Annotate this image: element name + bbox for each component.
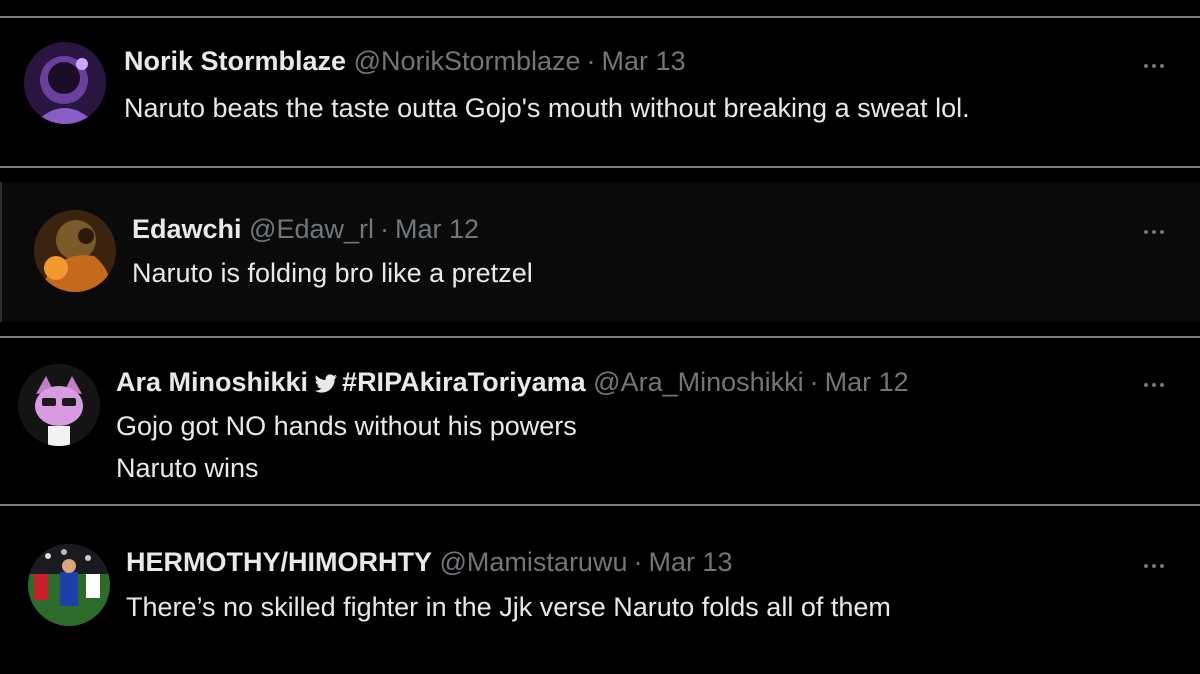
tweet-text: Naruto is folding bro like a pretzel [132,252,533,294]
display-name[interactable]: HERMOTHY/HIMORHTY [126,547,432,577]
separator-dot: · [380,214,390,244]
purple-portrait-avatar[interactable] [24,42,106,124]
tweet-text-line: Naruto is folding bro like a pretzel [132,258,533,288]
tweet-text: There’s no skilled fighter in the Jjk ve… [126,586,891,628]
separator-dot: · [809,367,819,397]
tweet-divider [0,504,1200,506]
display-name-suffix[interactable]: #RIPAkiraToriyama [342,367,586,397]
tweet-date[interactable]: Mar 12 [395,214,479,244]
tweet-text: Naruto beats the taste outta Gojo's mout… [124,87,970,129]
soccer-photo-avatar[interactable] [28,544,110,626]
tweet-card[interactable]: Norik Stormblaze @NorikStormblaze · Mar 13… [0,18,1200,166]
separator-dot: · [633,547,643,577]
tweet-text-line: There’s no skilled fighter in the Jjk ve… [126,592,891,622]
tweet-card[interactable]: Ara Minoshikki #RIPAkiraToriyama @Ara_Min… [0,338,1200,504]
user-handle[interactable]: @NorikStormblaze [354,46,581,76]
tweet-divider [0,166,1200,168]
separator-dot: · [586,46,596,76]
tweet-header: Ara Minoshikki #RIPAkiraToriyama @Ara_Min… [116,365,909,402]
display-name[interactable]: Ara Minoshikki [116,367,308,397]
orange-portrait-avatar[interactable] [34,210,116,292]
tweet-card[interactable]: HERMOTHY/HIMORHTY @Mamistaruwu · Mar 13 Th… [0,524,1200,674]
more-options-icon[interactable] [1140,227,1170,237]
tweet-text-line: Naruto wins [116,453,259,483]
more-options-icon[interactable] [1140,380,1170,390]
tweet-text: Gojo got NO hands without his powers Nar… [116,405,577,489]
display-name[interactable]: Norik Stormblaze [124,46,346,76]
bird-icon [314,368,338,402]
tweet-header: HERMOTHY/HIMORHTY @Mamistaruwu · Mar 13 [126,545,733,579]
pink-cartoon-avatar[interactable] [18,364,100,446]
tweet-header: Edawchi @Edaw_rl · Mar 12 [132,212,479,246]
tweet-card[interactable]: Edawchi @Edaw_rl · Mar 12 Naruto is foldin… [0,182,1200,322]
more-options-icon[interactable] [1140,61,1170,71]
display-name[interactable]: Edawchi [132,214,242,244]
more-options-icon[interactable] [1140,561,1170,571]
tweet-date[interactable]: Mar 13 [648,547,732,577]
tweet-header: Norik Stormblaze @NorikStormblaze · Mar 13 [124,44,686,78]
tweet-text-line: Naruto beats the taste outta Gojo's mout… [124,93,970,123]
tweet-date[interactable]: Mar 13 [602,46,686,76]
user-handle[interactable]: @Ara_Minoshikki [593,367,803,397]
user-handle[interactable]: @Mamistaruwu [440,547,628,577]
user-handle[interactable]: @Edaw_rl [249,214,374,244]
tweet-date[interactable]: Mar 12 [825,367,909,397]
tweet-text-line: Gojo got NO hands without his powers [116,411,577,441]
